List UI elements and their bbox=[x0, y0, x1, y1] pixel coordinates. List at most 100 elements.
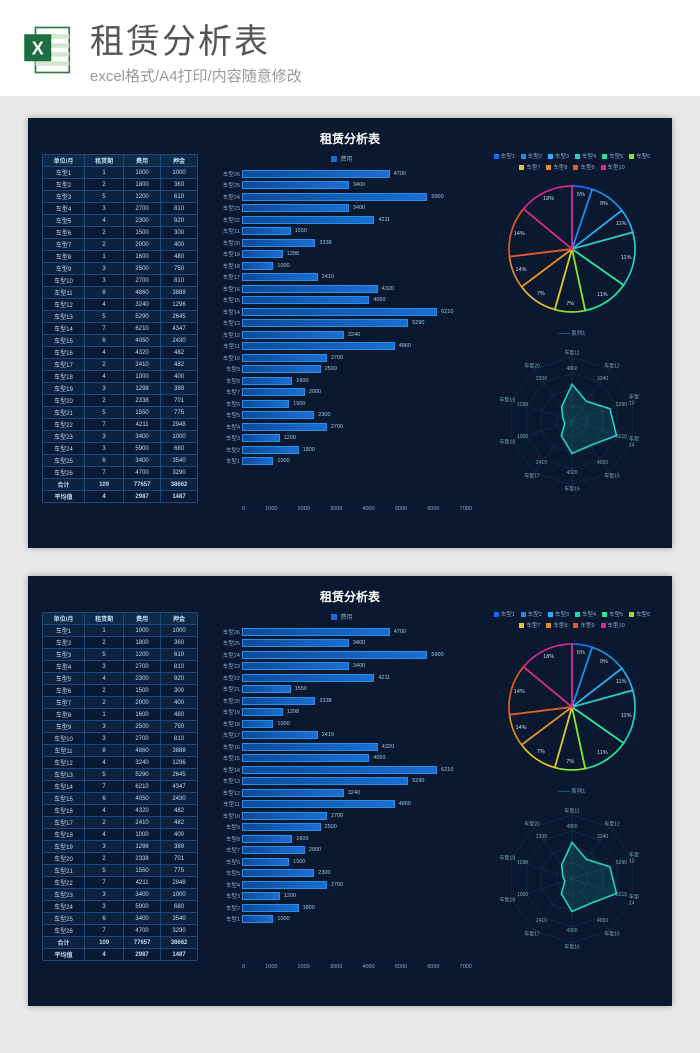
bar-value: 1800 bbox=[303, 447, 315, 453]
bar-row: 车型191298 bbox=[212, 249, 472, 261]
bar-row: 车型52300 bbox=[212, 868, 472, 880]
bar-label: 车型22 bbox=[212, 216, 240, 224]
bar-value: 6210 bbox=[441, 309, 453, 315]
legend-item: 车型3 bbox=[548, 610, 569, 618]
bar bbox=[242, 446, 299, 454]
radar-value-label: 4320 bbox=[566, 928, 577, 934]
bar-value: 5290 bbox=[412, 778, 424, 784]
bar-label: 车型5 bbox=[212, 869, 240, 877]
radar-value-label: 4050 bbox=[597, 918, 608, 924]
radar-axis-label: 车型20 bbox=[524, 820, 540, 827]
legend-item: 车型4 bbox=[575, 152, 596, 160]
radar-value-label: 3240 bbox=[597, 376, 608, 382]
bar-row: 车型92500 bbox=[212, 364, 472, 376]
bar-value: 2410 bbox=[322, 274, 334, 280]
page-title: 租赁分析表 bbox=[90, 14, 678, 63]
pie-slice-label: 11% bbox=[597, 750, 608, 756]
table-row: 车型722000400 bbox=[43, 239, 198, 251]
radar-axis-label: 车型11 bbox=[564, 808, 579, 815]
bar-row: 车型114860 bbox=[212, 341, 472, 353]
bar-value: 1000 bbox=[277, 721, 289, 727]
bar-row: 车型172410 bbox=[212, 730, 472, 742]
bar-row: 车型22 4211 bbox=[212, 672, 472, 684]
bar-value: 5900 bbox=[431, 194, 443, 200]
bar-value: 2500 bbox=[325, 366, 337, 372]
bar-row: 车型123240 bbox=[212, 787, 472, 799]
bar-label: 车型22 bbox=[212, 674, 240, 682]
bar-value: 5290 bbox=[412, 320, 424, 326]
table-row: 车型23334001000 bbox=[43, 889, 198, 901]
bar-value: 4050 bbox=[373, 755, 385, 761]
bar-row: 车型233400 bbox=[212, 203, 472, 215]
bar-row: 车型92500 bbox=[212, 822, 472, 834]
bar-chart: 费用车型264700车型253400车型245900车型233400车型2242… bbox=[212, 616, 472, 956]
bar-row: 车型15 4050 bbox=[212, 753, 472, 765]
bar-row: 车型253400 bbox=[212, 180, 472, 192]
bar bbox=[242, 777, 408, 785]
table-header: 租赁期 bbox=[84, 613, 123, 625]
radar-value-label: 4320 bbox=[566, 470, 577, 476]
bar-label: 车型7 bbox=[212, 846, 240, 854]
bar bbox=[242, 743, 378, 751]
table-row: 车型542300920 bbox=[43, 673, 198, 685]
legend-item: 车型6 bbox=[629, 610, 650, 618]
rental-table: 单位/月租赁期费用押金车型1110001000车型221800360车型3512… bbox=[42, 612, 198, 961]
bar-label: 车型20 bbox=[212, 697, 240, 705]
radar-axis-label: 车型20 bbox=[524, 362, 540, 369]
table-row: 车型1841000400 bbox=[43, 371, 198, 383]
bar bbox=[242, 731, 318, 739]
bar-row: 车型253400 bbox=[212, 638, 472, 650]
excel-icon: X bbox=[22, 23, 76, 77]
table-row: 车型2151550775 bbox=[43, 865, 198, 877]
bar bbox=[242, 308, 437, 316]
bar-value: 4050 bbox=[373, 297, 385, 303]
bar-row: 车型202338 bbox=[212, 695, 472, 707]
bar-row: 车型181000 bbox=[212, 718, 472, 730]
bar bbox=[242, 227, 291, 235]
radar-axis-label: 车型12 bbox=[604, 820, 620, 827]
bar-value: 2000 bbox=[309, 847, 321, 853]
bar-label: 车型17 bbox=[212, 273, 240, 281]
bar-row: 车型81600 bbox=[212, 375, 472, 387]
bar-value: 1550 bbox=[295, 228, 307, 234]
bar-row: 车型245900 bbox=[212, 191, 472, 203]
table-row: 车型2435900680 bbox=[43, 901, 198, 913]
table-row: 车型25634003540 bbox=[43, 913, 198, 925]
pie-slice-label: 18% bbox=[543, 654, 554, 660]
bar-value: 4211 bbox=[378, 675, 390, 681]
bar-value: 1000 bbox=[277, 458, 289, 464]
legend-item: 车型7 bbox=[519, 163, 540, 171]
bar-row: 车型114860 bbox=[212, 799, 472, 811]
bar-label: 车型15 bbox=[212, 754, 240, 762]
table-row: 车型15640502430 bbox=[43, 793, 198, 805]
bar-value: 4860 bbox=[399, 343, 411, 349]
bar-value: 1000 bbox=[277, 263, 289, 269]
bar-row: 车型181000 bbox=[212, 260, 472, 272]
bar-chart: 费用车型264700车型253400车型245900车型233400车型2242… bbox=[212, 158, 472, 498]
bar bbox=[242, 708, 283, 716]
table-row: 车型1110001000 bbox=[43, 167, 198, 179]
bar-row: 车型202338 bbox=[212, 237, 472, 249]
bar-value: 2700 bbox=[331, 882, 343, 888]
pie-legend: 车型1车型2车型3车型4车型5车型6车型7车型8车型9车型10 bbox=[482, 610, 662, 629]
legend-item: 车型10 bbox=[601, 621, 625, 629]
panel-title: 租赁分析表 bbox=[28, 130, 672, 147]
table-row: 车型2435900680 bbox=[43, 443, 198, 455]
bar-row: 车型52300 bbox=[212, 410, 472, 422]
table-row: 车型26747003290 bbox=[43, 467, 198, 479]
page-subtitle: excel格式/A4打印/内容随意修改 bbox=[90, 65, 678, 86]
bar-label: 车型6 bbox=[212, 858, 240, 866]
bar-row: 车型164320 bbox=[212, 741, 472, 753]
bar-row: 车型164320 bbox=[212, 283, 472, 295]
bar bbox=[242, 457, 273, 465]
table-row: 车型932500750 bbox=[43, 263, 198, 275]
bar bbox=[242, 285, 378, 293]
bar-row: 车型72000 bbox=[212, 387, 472, 399]
radar-axis-label: 车型13 bbox=[629, 393, 644, 406]
pie-slice-label: 18% bbox=[543, 196, 554, 202]
bar-row: 车型7 2000 bbox=[212, 845, 472, 857]
bar bbox=[242, 388, 305, 396]
legend-item: 车型8 bbox=[546, 621, 567, 629]
pie-slice-label: 14% bbox=[514, 231, 525, 237]
table-row: 车型13552902645 bbox=[43, 311, 198, 323]
